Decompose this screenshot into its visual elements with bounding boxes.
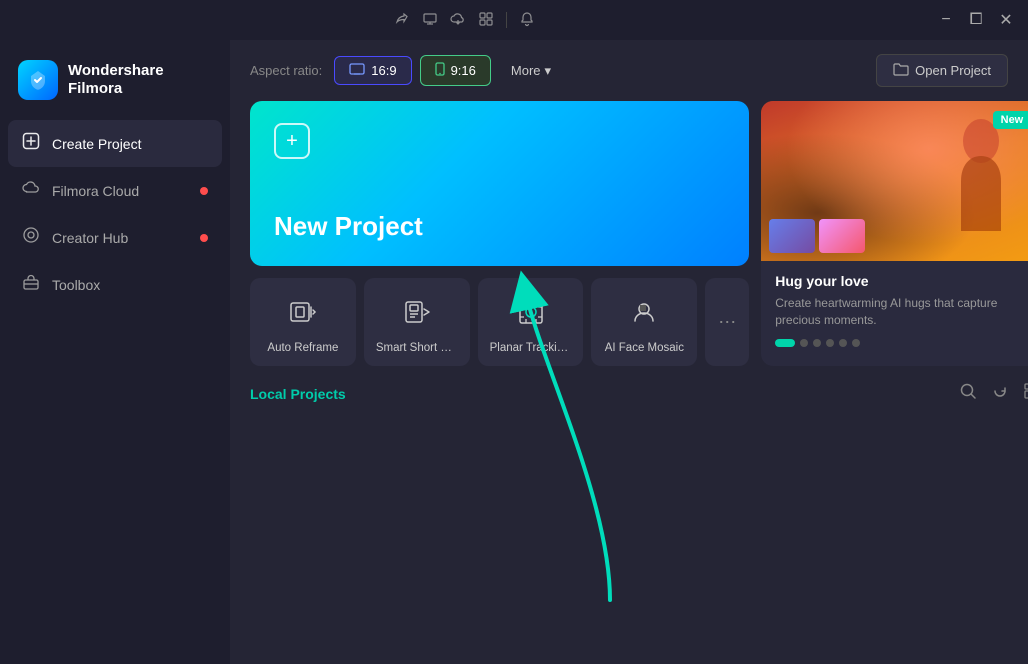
sidebar-item-creator-hub[interactable]: Creator Hub <box>8 214 222 261</box>
titlebar-icons <box>394 11 535 30</box>
local-projects-title: Local Projects <box>250 386 346 402</box>
filmora-cloud-badge <box>200 187 208 195</box>
ai-face-mosaic-label: AI Face Mosaic <box>603 342 685 354</box>
feature-more-button[interactable]: ⋯ <box>705 278 749 366</box>
share-icon[interactable] <box>394 11 410 30</box>
open-project-label: Open Project <box>915 63 991 78</box>
new-project-title: New Project <box>274 211 725 242</box>
new-project-plus-icon: + <box>274 123 310 159</box>
refresh-icon[interactable] <box>991 382 1009 405</box>
creator-hub-badge <box>200 234 208 242</box>
titlebar: − ⧠ ✕ <box>0 0 1028 40</box>
grid-icon[interactable] <box>478 11 494 30</box>
ai-face-mosaic-icon <box>622 290 666 334</box>
dot-6[interactable] <box>852 339 860 347</box>
maximize-button[interactable]: ⧠ <box>962 6 990 34</box>
screen-icon[interactable] <box>422 11 438 30</box>
dot-3[interactable] <box>813 339 821 347</box>
sidebar-item-label: Filmora Cloud <box>52 183 139 199</box>
more-button[interactable]: More ▾ <box>499 57 563 85</box>
sidebar-item-filmora-cloud[interactable]: Filmora Cloud <box>8 167 222 214</box>
planar-tracking-label: Planar Tracking... <box>490 342 572 354</box>
thumbnail-1 <box>769 219 815 253</box>
right-panel-body: Hug your love Create heartwarming AI hug… <box>761 261 1028 359</box>
folder-icon <box>893 62 909 79</box>
right-panel-description: Create heartwarming AI hugs that capture… <box>775 295 1027 329</box>
projects-empty <box>250 417 1028 644</box>
sidebar-item-label: Toolbox <box>52 277 100 293</box>
titlebar-controls: − ⧠ ✕ <box>932 6 1020 34</box>
dot-2[interactable] <box>800 339 808 347</box>
main-grid: + New Project Auto Reframe <box>230 101 1028 664</box>
logo-area: Wondershare Filmora <box>8 52 222 120</box>
feature-cards: Auto Reframe Smart Short Cli... <box>250 278 749 366</box>
app-logo-icon <box>18 60 58 100</box>
aspect-16-9-label: 16:9 <box>371 63 396 78</box>
right-panel: New Hug your love Create heartwarming AI… <box>761 101 1028 366</box>
app-body: Wondershare Filmora Create Project Fil <box>0 40 1028 664</box>
logo-text: Wondershare Filmora <box>68 62 164 98</box>
dot-5[interactable] <box>839 339 847 347</box>
monitor-icon <box>349 63 365 78</box>
auto-reframe-label: Auto Reframe <box>262 342 344 354</box>
aspect-9-16-button[interactable]: 9:16 <box>420 55 491 86</box>
dot-4[interactable] <box>826 339 834 347</box>
bell-icon[interactable] <box>519 11 535 30</box>
local-projects-section: Local Projects <box>250 378 1028 644</box>
aspect-16-9-button[interactable]: 16:9 <box>334 56 411 85</box>
chevron-down-icon: ▾ <box>545 63 552 79</box>
main-content: Aspect ratio: 16:9 9:16 <box>230 40 1028 664</box>
sidebar-item-toolbox[interactable]: Toolbox <box>8 261 222 308</box>
cloud-icon[interactable] <box>450 11 466 30</box>
feature-card-auto-reframe[interactable]: Auto Reframe <box>250 278 356 366</box>
creator-hub-icon <box>22 226 40 249</box>
open-project-button[interactable]: Open Project <box>876 54 1008 87</box>
new-project-card[interactable]: + New Project <box>250 101 749 266</box>
thumbnail-2 <box>819 219 865 253</box>
feature-card-smart-short-clip[interactable]: Smart Short Cli... <box>364 278 470 366</box>
sidebar-item-label: Creator Hub <box>52 230 128 246</box>
feature-card-planar-tracking[interactable]: Planar Tracking... <box>478 278 584 366</box>
aspect-ratio-label: Aspect ratio: <box>250 63 322 78</box>
right-panel-title: Hug your love <box>775 273 1027 289</box>
dot-1[interactable] <box>775 339 795 347</box>
mobile-icon <box>435 62 445 79</box>
header-icons <box>959 382 1028 405</box>
grid-view-icon[interactable] <box>1023 382 1028 405</box>
toolbar: Aspect ratio: 16:9 9:16 <box>230 40 1028 101</box>
sidebar-item-label: Create Project <box>52 136 141 152</box>
sidebar-item-create-project[interactable]: Create Project <box>8 120 222 167</box>
filmora-cloud-icon <box>22 179 40 202</box>
close-button[interactable]: ✕ <box>992 6 1020 34</box>
titlebar-separator <box>506 12 507 28</box>
create-project-icon <box>22 132 40 155</box>
feature-card-ai-face-mosaic[interactable]: AI Face Mosaic <box>591 278 697 366</box>
toolbox-icon <box>22 273 40 296</box>
thumbnail-strip <box>769 219 865 253</box>
planar-tracking-icon <box>509 290 553 334</box>
smart-short-clip-icon <box>395 290 439 334</box>
carousel-dots <box>775 339 1027 347</box>
sidebar: Wondershare Filmora Create Project Fil <box>0 40 230 664</box>
right-panel-image: New <box>761 101 1028 261</box>
local-projects-header: Local Projects <box>250 378 1028 417</box>
minimize-button[interactable]: − <box>932 6 960 34</box>
more-label: More <box>511 63 541 78</box>
smart-short-clip-label: Smart Short Cli... <box>376 342 458 354</box>
aspect-9-16-label: 9:16 <box>451 63 476 78</box>
search-icon[interactable] <box>959 382 977 405</box>
new-badge: New <box>993 111 1028 129</box>
auto-reframe-icon <box>281 290 325 334</box>
